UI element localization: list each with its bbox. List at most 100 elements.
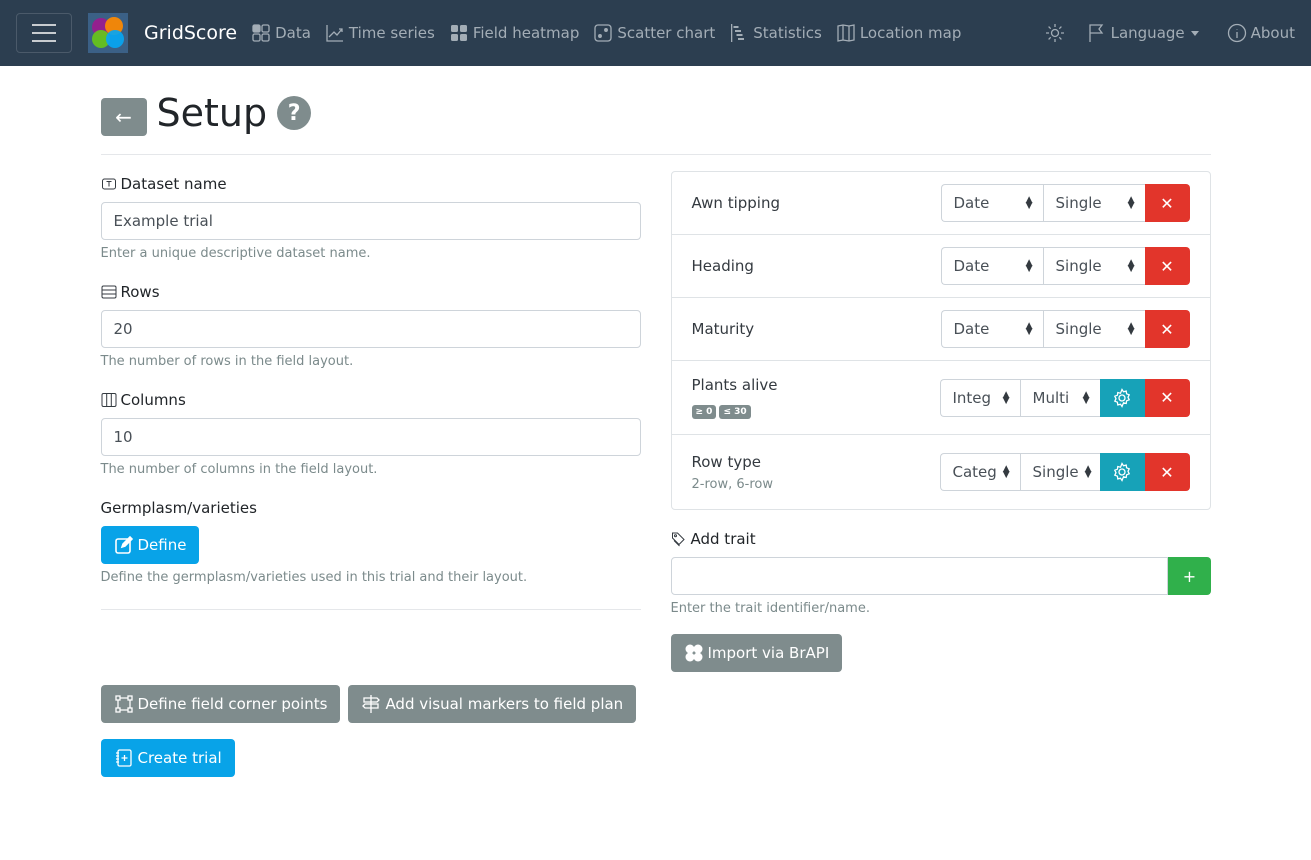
rows-label: Rows: [101, 283, 641, 301]
columns-input[interactable]: [100, 418, 641, 456]
trait-mode-select[interactable]: Single ▲ ▼: [1019, 453, 1100, 491]
trait-controls: Date ▲ ▼ Single ▲ ▼ ✕: [940, 247, 1190, 285]
trait-mode-select[interactable]: Single ▲ ▼: [1042, 247, 1145, 285]
define-corner-points-button[interactable]: Define field corner points: [100, 685, 341, 723]
close-icon: ✕: [1160, 388, 1174, 407]
delete-trait-button[interactable]: ✕: [1144, 453, 1190, 491]
nav-item-scatter-chart[interactable]: Scatter chart: [593, 23, 715, 43]
select-value: Single: [1055, 320, 1102, 338]
trait-controls: Date ▲ ▼ Single ▲ ▼ ✕: [940, 310, 1190, 348]
nav-item-time-series[interactable]: Time series: [325, 23, 435, 43]
trait-info: Maturity: [692, 320, 755, 338]
rows-icon: [101, 285, 116, 299]
grid-fill-icon: [450, 25, 467, 41]
nav-item-statistics[interactable]: Statistics: [729, 23, 822, 43]
page-header: ← Setup ?: [100, 90, 1211, 155]
select-arrows-icon: ▲ ▼: [1025, 258, 1033, 274]
trait-type-select[interactable]: Categ ▲ ▼: [939, 453, 1020, 491]
select-arrows-icon: ▲ ▼: [1025, 195, 1033, 211]
select-arrows-icon: ▲ ▼: [1084, 464, 1092, 480]
trait-type-select[interactable]: Date ▲ ▼: [940, 184, 1043, 222]
select-value: Date: [953, 257, 990, 275]
back-button[interactable]: ←: [100, 98, 147, 136]
signpost-icon: [362, 695, 381, 713]
brand-logo[interactable]: [88, 13, 128, 53]
add-visual-markers-button[interactable]: Add visual markers to field plan: [348, 685, 637, 723]
create-trial-button[interactable]: Create trial: [100, 739, 235, 777]
button-label: Define: [137, 536, 187, 554]
trait-name: Heading: [691, 257, 754, 275]
bar-chart-steps-icon: [731, 24, 745, 42]
select-value: Multi: [1032, 388, 1070, 407]
select-arrows-icon: ▲ ▼: [1002, 389, 1010, 406]
select-arrows-icon: ▲ ▼: [1082, 389, 1090, 406]
close-icon: ✕: [1160, 462, 1174, 482]
language-label: Language: [1110, 24, 1185, 42]
trait-name: Maturity: [691, 320, 755, 338]
trait-mode-select[interactable]: Multi ▲ ▼: [1019, 378, 1100, 417]
nav-item-location-map[interactable]: Location map: [836, 23, 961, 43]
select-value: Single: [1055, 257, 1102, 275]
button-label: Create trial: [137, 749, 222, 767]
rows-input[interactable]: [100, 310, 641, 348]
delete-trait-button[interactable]: ✕: [1144, 184, 1190, 222]
delete-trait-button[interactable]: ✕: [1144, 378, 1190, 417]
language-dropdown[interactable]: Language: [1087, 23, 1199, 43]
trait-restrictions: ≥ 0 ≤ 30: [691, 400, 778, 419]
grid-check-icon: [252, 24, 270, 42]
germplasm-help: Define the germplasm/varieties used in t…: [100, 570, 528, 585]
theme-toggle-button[interactable]: [1045, 23, 1065, 43]
trait-type-select[interactable]: Date ▲ ▼: [940, 310, 1043, 348]
about-label: About: [1250, 24, 1295, 42]
trait-mode-select[interactable]: Single ▲ ▼: [1042, 184, 1145, 222]
nav-item-field-heatmap[interactable]: Field heatmap: [449, 23, 579, 43]
define-germplasm-button[interactable]: Define: [100, 526, 200, 564]
about-link[interactable]: About: [1227, 23, 1295, 43]
select-value: Single: [1055, 194, 1102, 212]
main-container: ← Setup ? Dataset name Enter a unique de…: [100, 66, 1211, 777]
columns-help: The number of columns in the field layou…: [100, 462, 378, 477]
trait-row: Awn tipping Date ▲ ▼ Single ▲ ▼ ✕: [671, 172, 1210, 235]
menu-toggle-button[interactable]: [16, 13, 72, 53]
max-badge: ≤ 30: [719, 405, 751, 419]
brand-name[interactable]: GridScore: [144, 22, 237, 44]
flag-icon: [1088, 24, 1103, 42]
add-trait-input[interactable]: [670, 557, 1169, 595]
dataset-name-label: Dataset name: [101, 175, 641, 193]
help-icon[interactable]: ?: [277, 96, 312, 130]
button-label: Import via BrAPI: [707, 644, 830, 662]
nav-item-data[interactable]: Data: [251, 23, 311, 43]
caret-down-icon: [1190, 30, 1199, 36]
columns-label: Columns: [101, 391, 641, 409]
page-title: Setup: [156, 91, 268, 135]
select-arrows-icon: ▲ ▼: [1127, 321, 1135, 337]
nav-label: Time series: [348, 24, 435, 42]
divider: [100, 609, 641, 610]
gear-icon: [1113, 462, 1131, 482]
add-trait-help: Enter the trait identifier/name.: [670, 601, 870, 616]
trait-row: Maturity Date ▲ ▼ Single ▲ ▼ ✕: [671, 298, 1210, 361]
select-arrows-icon: ▲ ▼: [1127, 258, 1135, 274]
delete-trait-button[interactable]: ✕: [1144, 310, 1190, 348]
dataset-name-input[interactable]: [100, 202, 641, 240]
trait-type-select[interactable]: Date ▲ ▼: [940, 247, 1043, 285]
trait-settings-button[interactable]: [1099, 378, 1145, 417]
trait-info: Plants alive ≥ 0 ≤ 30: [691, 376, 778, 419]
trait-type-select[interactable]: Integ ▲ ▼: [939, 378, 1020, 417]
brapi-icon: [685, 644, 702, 662]
trait-categories: 2-row, 6-row: [691, 476, 773, 492]
trait-row: Plants alive ≥ 0 ≤ 30 Integ ▲ ▼ Multi ▲ ▼ ✕: [671, 361, 1210, 435]
trait-mode-select[interactable]: Single ▲ ▼: [1042, 310, 1145, 348]
import-brapi-button[interactable]: Import via BrAPI: [670, 634, 843, 672]
select-value: Integ: [952, 388, 992, 407]
delete-trait-button[interactable]: ✕: [1144, 247, 1190, 285]
trait-row: Heading Date ▲ ▼ Single ▲ ▼ ✕: [671, 235, 1210, 298]
input-cursor-text-icon: [101, 178, 116, 190]
add-trait-label: Add trait: [671, 530, 1211, 548]
close-icon: ✕: [1160, 319, 1174, 339]
min-badge: ≥ 0: [691, 405, 717, 419]
select-arrows-icon: ▲ ▼: [1127, 195, 1135, 211]
add-trait-button[interactable]: +: [1168, 557, 1211, 595]
trait-settings-button[interactable]: [1099, 453, 1145, 491]
germplasm-label: Germplasm/varieties: [100, 499, 257, 517]
